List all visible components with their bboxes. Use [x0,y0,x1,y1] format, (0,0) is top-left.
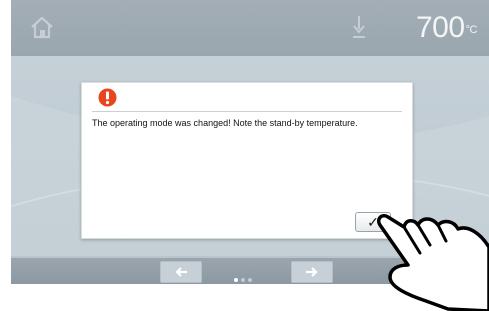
page-dot-3 [248,278,252,282]
home-icon[interactable] [29,14,55,40]
page-indicator [234,269,255,284]
alert-icon [98,88,117,107]
arrow-down-icon [353,16,365,38]
notification-dialog: The operating mode was changed! Note the… [81,82,413,239]
arrow-left-icon [175,267,187,277]
temperature-value: 700 [416,11,465,44]
arrow-right-icon [306,267,318,277]
previous-page-button[interactable] [160,261,202,283]
dialog-divider [92,111,402,112]
page-dot-2 [241,278,245,282]
temperature-readout: 700°C [416,11,478,44]
dialog-message: The operating mode was changed! Note the… [92,118,358,128]
pointing-hand-icon [376,213,489,311]
status-bar: 700°C [11,0,489,56]
temperature-unit: °C [465,24,478,36]
page-dot-1 [234,278,238,282]
next-page-button[interactable] [291,261,333,283]
